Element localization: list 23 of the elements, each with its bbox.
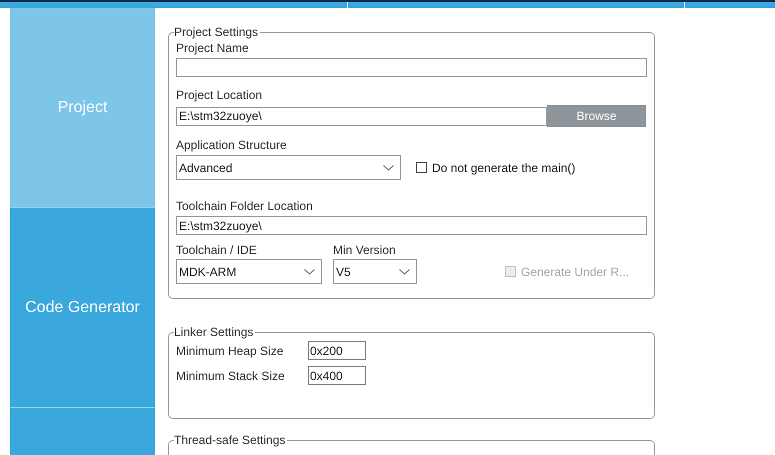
input-field[interactable]: E:\stm32zuoye\ bbox=[176, 216, 647, 235]
chevron-down-icon bbox=[399, 268, 410, 274]
group-title: Project Settings bbox=[174, 25, 260, 39]
dropdown[interactable]: Advanced bbox=[176, 155, 401, 180]
field-label: Project Location bbox=[176, 88, 264, 102]
dropdown[interactable]: MDK-ARM bbox=[176, 259, 322, 284]
group-title: Linker Settings bbox=[174, 325, 254, 339]
field-label: Minimum Heap Size bbox=[176, 344, 284, 358]
checkbox[interactable]: Do not generate the main() bbox=[416, 160, 576, 174]
chevron-down-icon bbox=[304, 268, 315, 274]
input-field[interactable] bbox=[176, 58, 647, 77]
field-label: Project Name bbox=[176, 41, 250, 55]
field-label: Min Version bbox=[333, 243, 397, 257]
dropdown[interactable]: V5 bbox=[333, 259, 417, 284]
chevron-down-icon bbox=[383, 164, 394, 170]
input-field[interactable]: E:\stm32zuoye\ bbox=[176, 106, 547, 126]
group-title: Thread-safe Settings bbox=[174, 433, 286, 447]
field-label: Toolchain / IDE bbox=[176, 243, 258, 257]
input-field[interactable]: 0x200 bbox=[308, 341, 366, 360]
field-label: Toolchain Folder Location bbox=[176, 199, 314, 213]
field-label: Application Structure bbox=[176, 138, 288, 152]
field-label: Minimum Stack Size bbox=[176, 368, 286, 382]
input-field[interactable]: 0x400 bbox=[308, 366, 366, 385]
